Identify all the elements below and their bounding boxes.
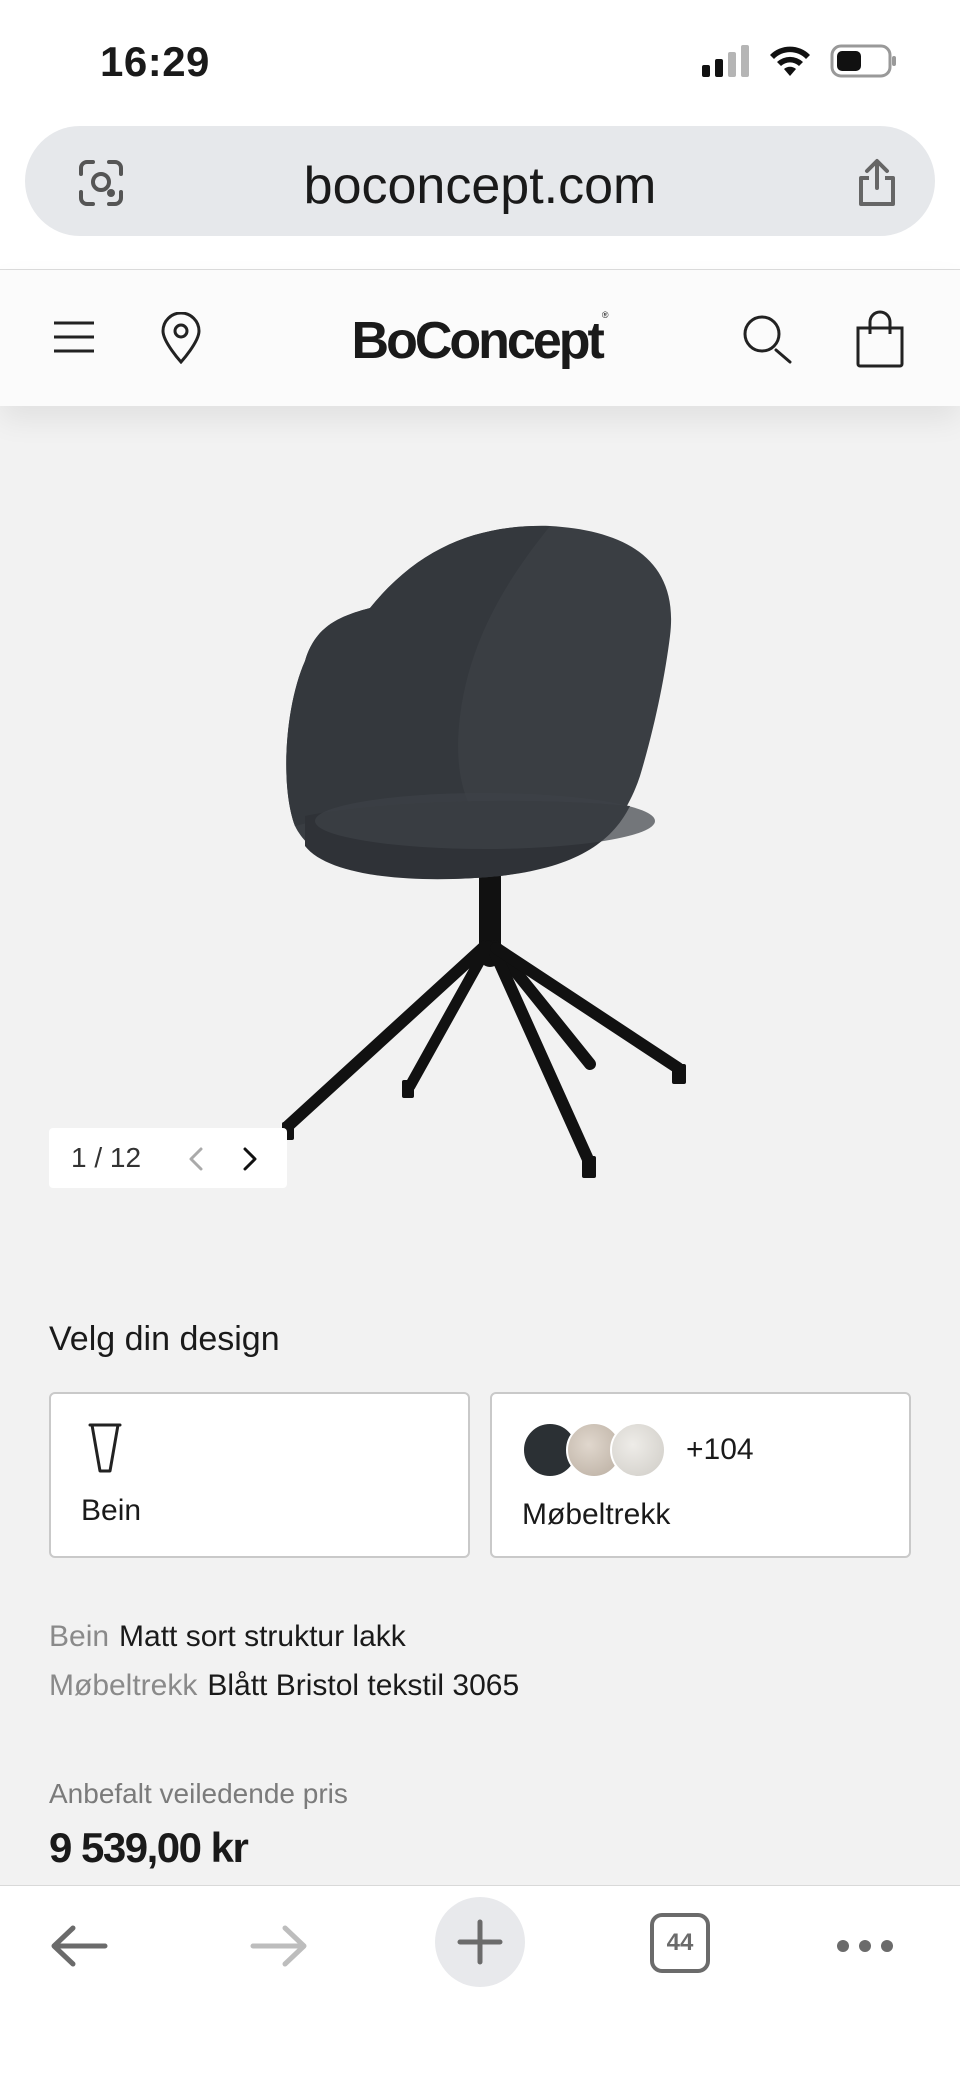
browser-toolbar: 44: [0, 1885, 960, 2078]
cellular-signal-icon: [702, 45, 749, 77]
site-logo[interactable]: BoConcept®: [0, 310, 960, 371]
more-dots-icon: [837, 1940, 893, 1952]
next-image-button[interactable]: [233, 1142, 267, 1176]
gallery-pagination: 1 / 12: [49, 1128, 287, 1188]
gallery-counter-text: 1 / 12: [71, 1142, 142, 1173]
more-swatches-count: +104: [686, 1433, 754, 1466]
site-header: BoConcept®: [0, 270, 960, 406]
spec-upholstery: Møbeltrekk Blått Bristol tekstil 3065: [49, 1669, 519, 1703]
browser-url-area: boconcept.com: [0, 118, 960, 270]
spec-legs: Bein Matt sort struktur lakk: [49, 1620, 406, 1654]
battery-icon: [830, 44, 896, 78]
arrow-right-icon: [250, 1925, 307, 1967]
chair-image: [282, 525, 686, 1178]
registered-mark: ®: [601, 310, 609, 320]
price-value: 9 539,00 kr: [49, 1824, 249, 1871]
site-logo-text: BoConcept: [351, 312, 605, 370]
previous-image-button[interactable]: [179, 1142, 213, 1176]
chevron-left-icon: [189, 1147, 203, 1171]
chevron-right-icon: [243, 1147, 257, 1171]
upholstery-card-label: Møbeltrekk: [522, 1498, 671, 1531]
back-button[interactable]: [44, 1916, 114, 1976]
status-bar: 16:29: [0, 0, 960, 125]
spec-value: Matt sort struktur lakk: [119, 1620, 406, 1653]
swatch-light-grey: [610, 1422, 666, 1478]
shopping-bag-icon[interactable]: [855, 310, 905, 368]
share-icon[interactable]: [855, 158, 899, 208]
design-heading: Velg din design: [49, 1320, 280, 1358]
spec-key: Møbeltrekk: [49, 1669, 198, 1702]
product-image[interactable]: 1 / 12: [0, 406, 960, 1226]
search-icon[interactable]: [742, 314, 794, 366]
new-tab-button[interactable]: [435, 1897, 525, 1987]
spec-key: Bein: [49, 1620, 110, 1653]
more-menu-button[interactable]: [830, 1921, 900, 1971]
chair-leg-icon: [88, 1423, 122, 1473]
spec-value: Blått Bristol tekstil 3065: [207, 1669, 520, 1702]
address-bar[interactable]: boconcept.com: [25, 126, 935, 236]
plus-icon: [457, 1919, 503, 1965]
arrow-left-icon: [51, 1925, 108, 1967]
url-text: boconcept.com: [303, 157, 657, 215]
swatch-list: +104: [522, 1422, 754, 1478]
gallery-arrows: [179, 1142, 267, 1176]
upholstery-option-card[interactable]: +104 Møbeltrekk: [490, 1392, 911, 1558]
price-caption: Anbefalt veiledende pris: [49, 1778, 348, 1809]
forward-button[interactable]: [244, 1916, 314, 1976]
status-icons: [702, 44, 898, 78]
wifi-icon: [770, 46, 810, 76]
status-time: 16:29: [100, 38, 210, 85]
legs-card-label: Bein: [81, 1494, 142, 1527]
tab-switcher-button[interactable]: 44: [650, 1913, 710, 1973]
legs-option-card[interactable]: Bein: [49, 1392, 470, 1558]
